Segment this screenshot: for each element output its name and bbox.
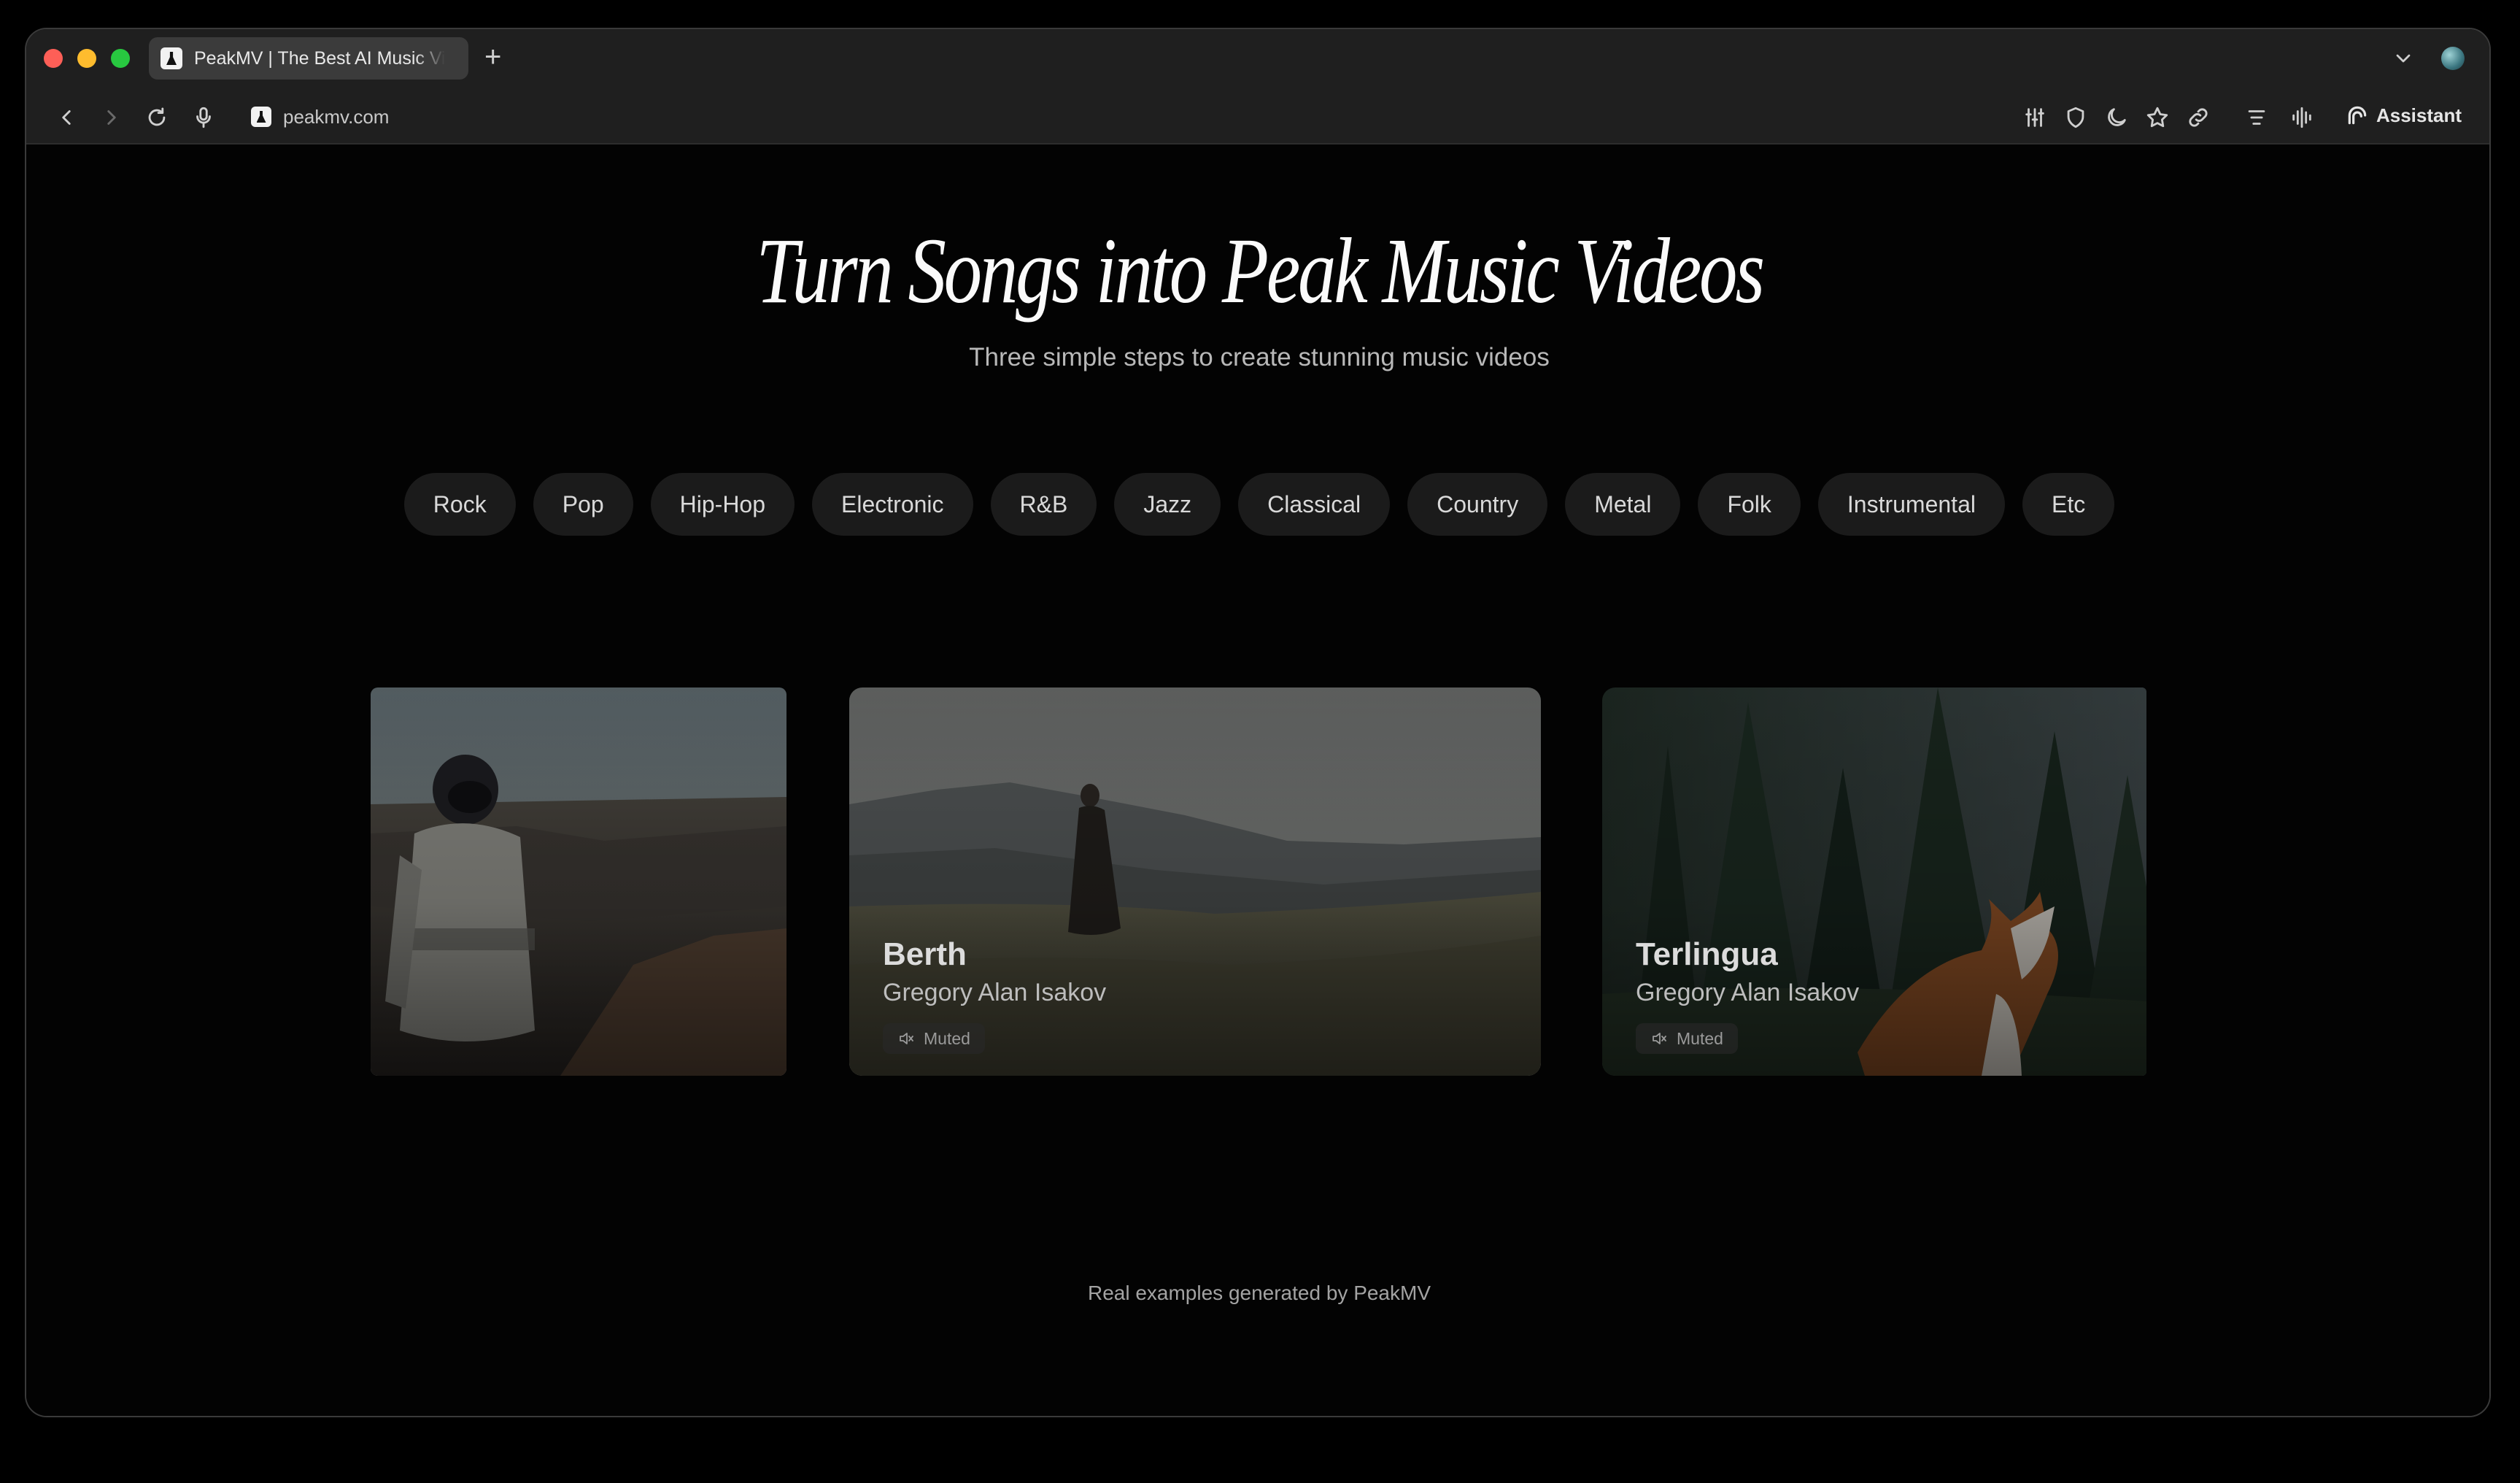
- navigation-toolbar: peakmv.com Assistant: [26, 89, 2489, 145]
- address-bar[interactable]: peakmv.com: [283, 104, 389, 130]
- reload-icon[interactable]: [144, 105, 169, 130]
- shield-icon[interactable]: [2063, 105, 2088, 130]
- genre-pill-country[interactable]: Country: [1407, 473, 1548, 536]
- moon-icon[interactable]: [2104, 105, 2129, 130]
- assistant-button[interactable]: Assistant: [2346, 104, 2462, 127]
- video-card-berth[interactable]: Berth Gregory Alan Isakov Muted: [849, 687, 1541, 1076]
- tab-title: PeakMV | The Best AI Music Video Generat…: [194, 47, 445, 69]
- genre-pill-metal[interactable]: Metal: [1565, 473, 1681, 536]
- genre-pill-electronic[interactable]: Electronic: [812, 473, 973, 536]
- speaker-muted-icon: [1653, 1033, 1666, 1044]
- mute-toggle-button[interactable]: Muted: [1636, 1023, 1738, 1054]
- minimize-window-button[interactable]: [77, 49, 96, 68]
- card-title: Berth: [883, 936, 967, 972]
- card-info: Terlingua Gregory Alan Isakov Muted: [1636, 936, 1859, 1054]
- close-window-button[interactable]: [44, 49, 63, 68]
- peakmv-favicon-icon: [161, 47, 182, 69]
- reader-list-icon[interactable]: [2244, 105, 2269, 130]
- genre-filter-list: Rock Pop Hip-Hop Electronic R&B Jazz Cla…: [26, 473, 2489, 536]
- audio-waveform-icon[interactable]: [2289, 105, 2314, 130]
- site-favicon-icon: [251, 107, 271, 127]
- microphone-icon[interactable]: [191, 105, 216, 130]
- card-artist: Gregory Alan Isakov: [883, 979, 1107, 1006]
- mute-status-label: Muted: [924, 1028, 970, 1048]
- browser-window: PeakMV | The Best AI Music Video Generat…: [25, 28, 2491, 1417]
- assistant-icon: [2348, 106, 2367, 125]
- genre-pill-hip-hop[interactable]: Hip-Hop: [650, 473, 795, 536]
- star-icon[interactable]: [2145, 105, 2170, 130]
- genre-pill-classical[interactable]: Classical: [1238, 473, 1391, 536]
- hero-subtitle: Three simple steps to create stunning mu…: [969, 343, 1550, 371]
- link-icon[interactable]: [2186, 105, 2211, 130]
- hero-title: Turn Songs into Peak Music Videos: [756, 219, 1765, 323]
- tab-bar: PeakMV | The Best AI Music Video Generat…: [26, 29, 2489, 89]
- examples-footnote: Real examples generated by PeakMV: [1087, 1282, 1431, 1304]
- genre-pill-instrumental[interactable]: Instrumental: [1817, 473, 2005, 536]
- mute-status-label: Muted: [1677, 1028, 1723, 1048]
- genre-pill-folk[interactable]: Folk: [1698, 473, 1801, 536]
- genre-pill-pop[interactable]: Pop: [533, 473, 633, 536]
- genre-pill-jazz[interactable]: Jazz: [1114, 473, 1221, 536]
- forward-arrow-icon[interactable]: [99, 105, 124, 130]
- back-arrow-icon[interactable]: [54, 105, 79, 130]
- genre-pill-rock[interactable]: Rock: [403, 473, 516, 536]
- chevron-down-icon[interactable]: [2392, 47, 2415, 70]
- genre-pill-rnb[interactable]: R&B: [990, 473, 1097, 536]
- card-info: Berth Gregory Alan Isakov Muted: [883, 936, 1106, 1054]
- zoom-window-button[interactable]: [111, 49, 130, 68]
- sliders-icon[interactable]: [2022, 105, 2047, 130]
- video-card-terlingua[interactable]: Terlingua Gregory Alan Isakov Muted: [1602, 687, 2146, 1076]
- assistant-label: Assistant: [2376, 104, 2462, 126]
- video-card-astronaut[interactable]: [371, 687, 786, 1076]
- active-tab[interactable]: PeakMV | The Best AI Music Video Generat…: [149, 37, 468, 80]
- genre-pill-etc[interactable]: Etc: [2022, 473, 2115, 536]
- profile-avatar[interactable]: [2441, 47, 2465, 70]
- card-overlay: [371, 687, 786, 1076]
- card-title: Terlingua: [1636, 936, 1778, 972]
- card-artist: Gregory Alan Isakov: [1636, 979, 1860, 1006]
- page-content: Turn Songs into Peak Music Videos Three …: [26, 145, 2489, 1416]
- mute-toggle-button[interactable]: Muted: [883, 1023, 985, 1054]
- new-tab-button[interactable]: +: [484, 41, 501, 73]
- speaker-muted-icon: [900, 1033, 913, 1044]
